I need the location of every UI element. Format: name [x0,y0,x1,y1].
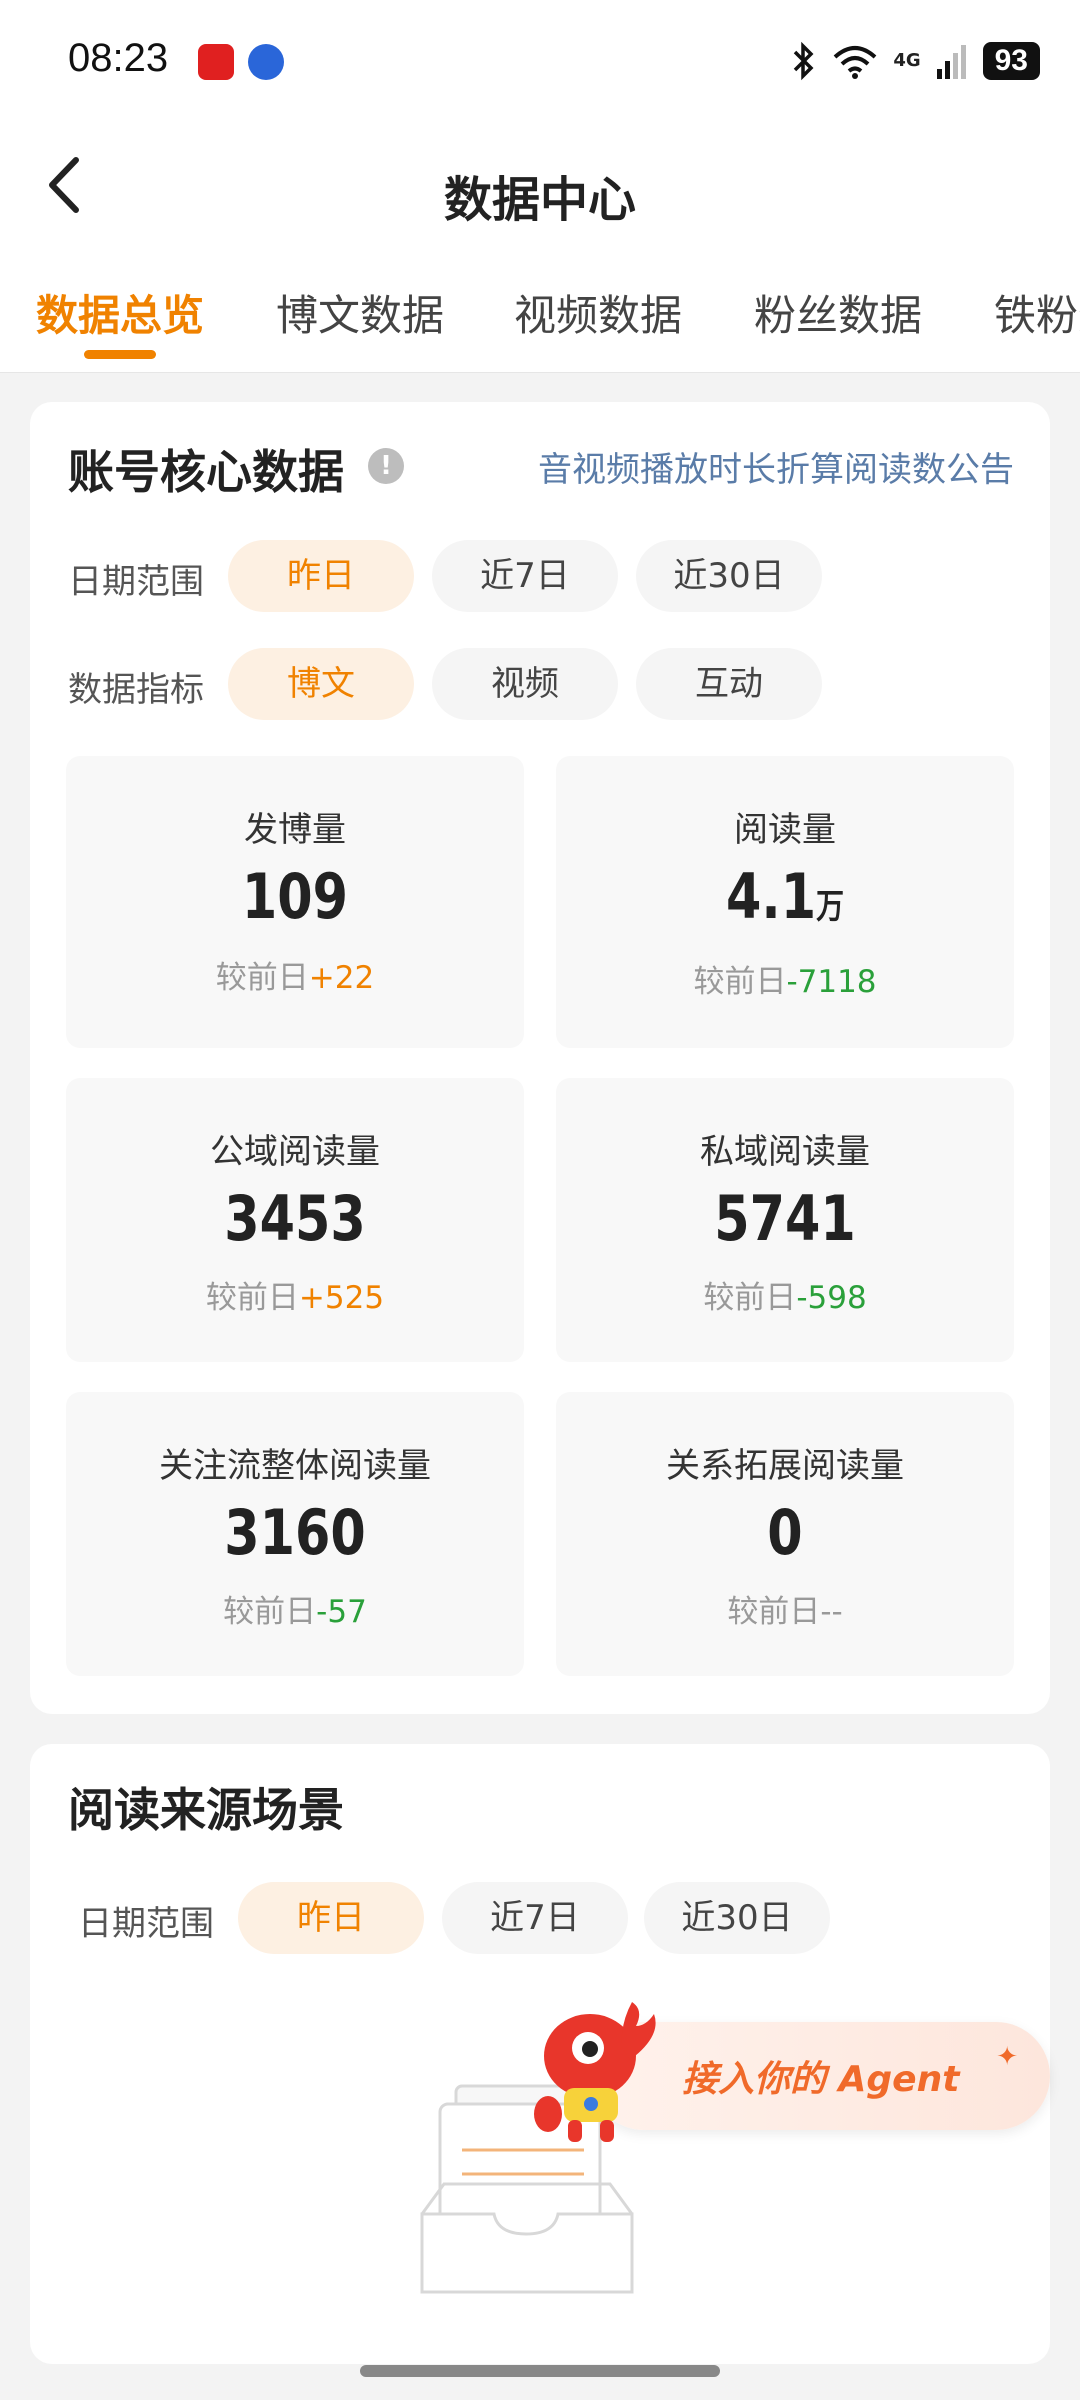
status-time: 08:23 [68,36,169,80]
tab-iron-fans-data[interactable]: 铁粉数 [994,282,1080,343]
metric-tile-public-reads[interactable]: 公域阅读量 3453 较前日+525 [66,1078,524,1362]
network-type: 4G [893,50,921,71]
metric-compare: 较前日-7118 [693,964,877,1000]
info-icon[interactable]: ! [368,448,404,484]
metric-compare: 较前日-57 [223,1594,367,1630]
metric-label: 阅读量 [734,810,836,850]
metric-value: 3160 [224,1496,366,1569]
metric-tile-posts[interactable]: 发博量 109 较前日+22 [66,756,524,1048]
nav-bar: 数据中心 [0,120,1080,250]
date-option-7days[interactable]: 近7日 [432,540,618,612]
metric-compare: 较前日+22 [215,960,375,996]
metric-option-interaction[interactable]: 互动 [636,648,822,720]
active-tab-indicator [84,350,156,359]
source-date-option-yesterday[interactable]: 昨日 [238,1882,424,1954]
metric-tile-relation-reads[interactable]: 关系拓展阅读量 0 较前日-- [556,1392,1014,1676]
sparkle-icon: ✦ [996,2042,1018,2072]
read-source-title: 阅读来源场景 [68,1783,344,1837]
date-option-30days[interactable]: 近30日 [636,540,822,612]
notification-app-icon [198,44,234,80]
metric-label: 关注流整体阅读量 [159,1446,431,1486]
metric-tile-follow-feed-reads[interactable]: 关注流整体阅读量 3160 较前日-57 [66,1392,524,1676]
home-indicator[interactable] [360,2365,720,2377]
tab-post-data[interactable]: 博文数据 [276,282,444,343]
metric-tile-private-reads[interactable]: 私域阅读量 5741 较前日-598 [556,1078,1014,1362]
signal-icon [936,45,966,79]
wifi-icon [833,46,877,79]
core-data-title: 账号核心数据 [68,445,344,499]
bluetooth-icon [794,41,814,81]
tab-bar: 数据总览 博文数据 视频数据 粉丝数据 铁粉数 [0,250,1080,373]
metric-compare: 较前日-- [727,1594,843,1630]
status-bar: 08:23 4G 93 [0,0,1080,120]
date-range-label: 日期范围 [68,562,204,602]
metric-tile-reads[interactable]: 阅读量 4.1万 较前日-7118 [556,756,1014,1048]
metric-label: 发博量 [244,810,346,850]
metric-type-label: 数据指标 [68,670,204,710]
agent-banner-label: 接入你的 Agent [682,2059,960,2100]
battery-indicator: 93 [982,42,1040,80]
notice-link[interactable]: 音视频播放时长折算阅读数公告 [538,442,1014,491]
metric-value: 0 [767,1496,803,1569]
notification-map-icon [248,44,284,80]
metric-value: 5741 [714,1182,856,1255]
metric-value: 109 [241,860,349,933]
status-icons: 4G 93 [791,36,1040,86]
metric-label: 私域阅读量 [700,1132,870,1172]
metric-value: 4.1万 [726,860,844,933]
read-source-card: 阅读来源场景 日期范围 昨日 近7日 近30日 接入你的 Agent ✦ [30,1744,1050,2364]
tab-fans-data[interactable]: 粉丝数据 [754,282,922,343]
metric-label: 公域阅读量 [210,1132,380,1172]
core-data-card: 账号核心数据 ! 音视频播放时长折算阅读数公告 日期范围 昨日 近7日 近30日… [30,402,1050,1714]
metric-value: 3453 [224,1182,366,1255]
tab-video-data[interactable]: 视频数据 [514,282,682,343]
page-title: 数据中心 [443,172,636,228]
lobster-mascot-icon [534,2002,656,2142]
source-date-option-7days[interactable]: 近7日 [442,1882,628,1954]
metric-label: 关系拓展阅读量 [666,1446,904,1486]
metric-compare: 较前日+525 [205,1280,385,1316]
date-option-yesterday[interactable]: 昨日 [228,540,414,612]
source-date-option-30days[interactable]: 近30日 [644,1882,830,1954]
metric-option-posts[interactable]: 博文 [228,648,414,720]
metric-compare: 较前日-598 [703,1280,867,1316]
source-date-range-label: 日期范围 [78,1904,214,1944]
tab-overview[interactable]: 数据总览 [36,282,204,343]
metric-option-video[interactable]: 视频 [432,648,618,720]
